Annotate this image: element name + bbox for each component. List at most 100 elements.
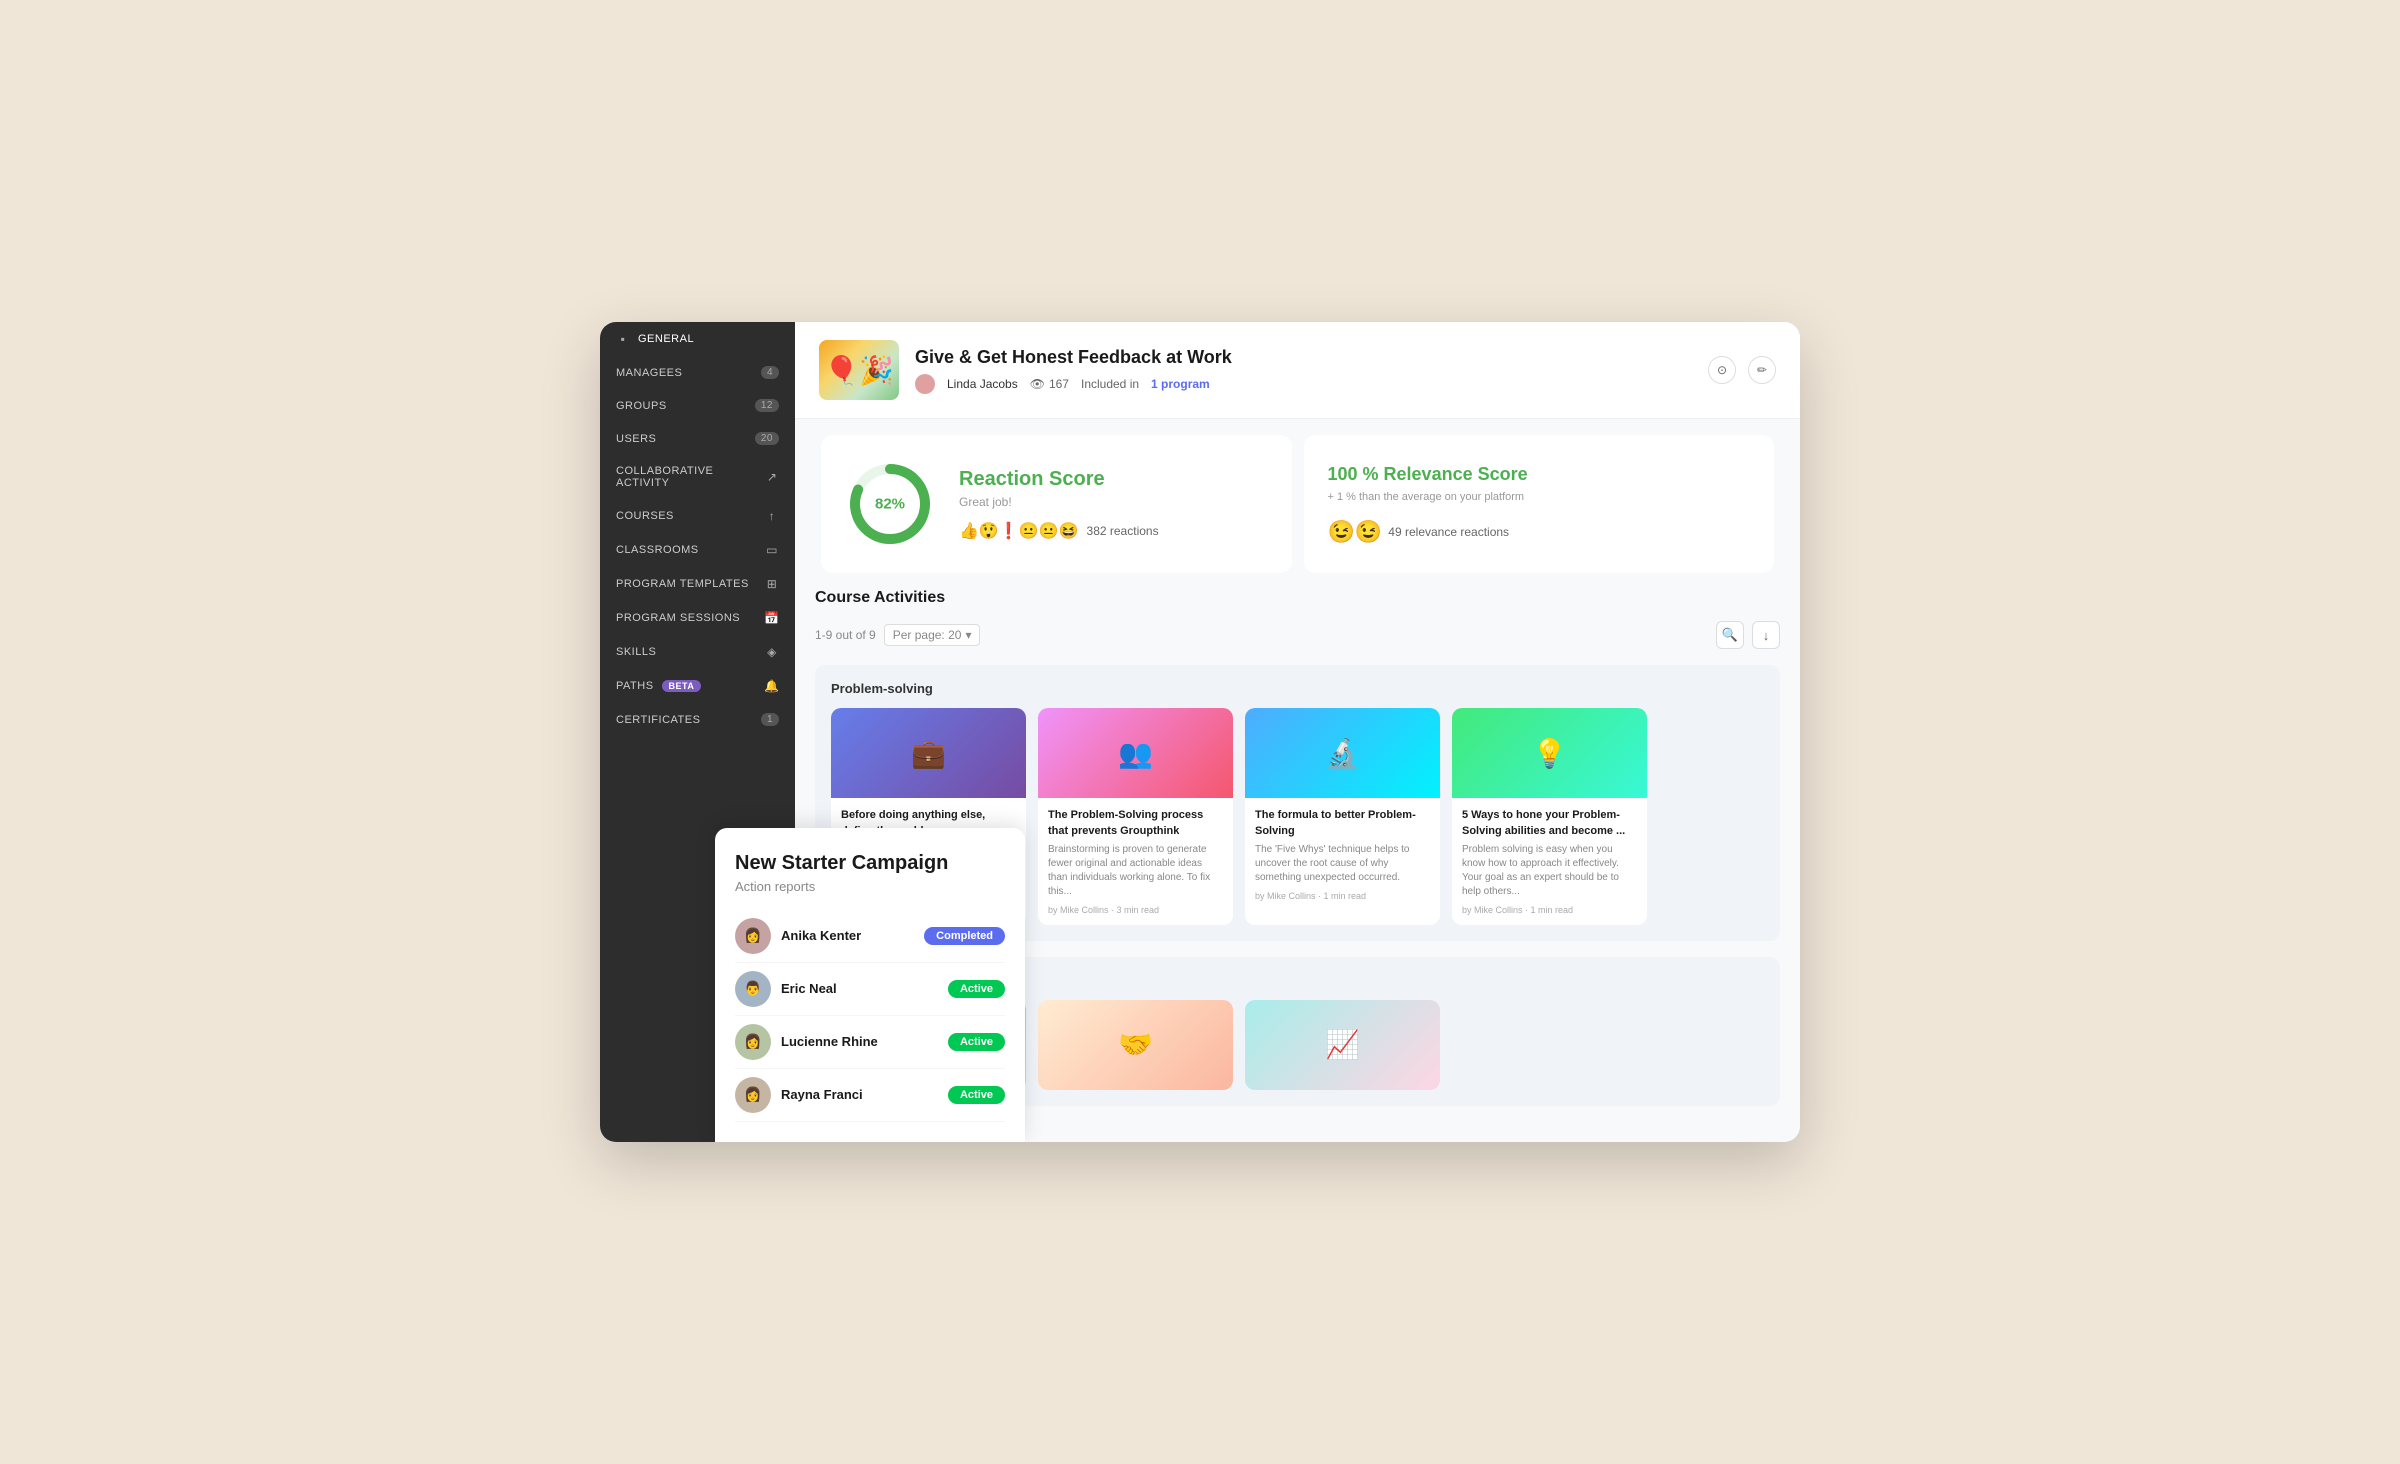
calendar-icon: 📅 <box>765 611 779 625</box>
activities-toolbar: 1-9 out of 9 Per page: 20 ▾ 🔍 ↓ <box>815 621 1780 649</box>
course-thumbnail: 🎈🎉 <box>819 340 899 400</box>
reaction-emojis: 👍😲❗😐😐😆 <box>959 521 1079 541</box>
status-badge-2: Active <box>948 980 1005 998</box>
activities-title: Course Activities <box>815 589 1780 607</box>
author-name: Linda Jacobs <box>947 377 1018 391</box>
chart-icon: ▪ <box>616 332 630 346</box>
pagination-text: 1-9 out of 9 <box>815 628 876 642</box>
reaction-info: Reaction Score Great job! 👍😲❗😐😐😆 382 rea… <box>959 468 1159 541</box>
status-badge-3: Active <box>948 1033 1005 1051</box>
record-button[interactable]: ⊙ <box>1708 356 1736 384</box>
card-title-2: The Problem-Solving process that prevent… <box>1048 808 1223 839</box>
sidebar-item-collaborative[interactable]: Collaborative Activity ↗ <box>600 455 795 499</box>
avatar-2: 👨 <box>735 971 771 1007</box>
card-desc-3: The 'Five Whys' technique helps to uncov… <box>1255 843 1430 885</box>
per-page-label: Per page: 20 <box>893 628 962 642</box>
bell-icon: 🔔 <box>765 679 779 693</box>
card-image-2: 👥 <box>1038 708 1233 798</box>
toolbar-right: 🔍 ↓ <box>1716 621 1780 649</box>
course-card-d3: 📈 <box>1245 1000 1440 1090</box>
card-image-d2: 🤝 <box>1038 1000 1233 1090</box>
card-image-4: 💡 <box>1452 708 1647 798</box>
panel-title: New Starter Campaign <box>735 852 1005 875</box>
course-card-4: 💡 5 Ways to hone your Problem-Solving ab… <box>1452 708 1647 925</box>
sidebar-item-classrooms[interactable]: Classrooms ▭ <box>600 533 795 567</box>
card-desc-4: Problem solving is easy when you know ho… <box>1462 843 1637 899</box>
sidebar-item-certificates[interactable]: Certificates 1 <box>600 703 795 736</box>
user-name-3: Lucienne Rhine <box>781 1034 878 1049</box>
user-name-1: Anika Kenter <box>781 928 861 943</box>
panel-user-row-2: 👨 Eric Neal Active <box>735 963 1005 1016</box>
status-badge-4: Active <box>948 1086 1005 1104</box>
course-card-d2: 🤝 <box>1038 1000 1233 1090</box>
card-title-3: The formula to better Problem-Solving <box>1255 808 1430 839</box>
panel-subtitle: Action reports <box>735 879 1005 894</box>
floating-panel: New Starter Campaign Action reports 👩 An… <box>715 828 1025 1142</box>
included-text: Included in <box>1081 377 1139 391</box>
card-body-3: The formula to better Problem-Solving Th… <box>1245 798 1440 911</box>
course-card-3: 🔬 The formula to better Problem-Solving … <box>1245 708 1440 925</box>
panel-user-row-4: 👩 Rayna Franci Active <box>735 1069 1005 1122</box>
author-avatar <box>915 374 935 394</box>
monitor-icon: ▭ <box>765 543 779 557</box>
course-meta: Linda Jacobs 👁 167 Included in 1 program <box>915 374 1232 394</box>
card-image-d3: 📈 <box>1245 1000 1440 1090</box>
balloon-decoration: 🎈🎉 <box>819 340 899 400</box>
sidebar-item-courses[interactable]: Courses ↑ <box>600 499 795 533</box>
card-author-2: by Mike Collins · 3 min read <box>1048 905 1223 915</box>
sidebar-item-managees[interactable]: Managees 4 <box>600 356 795 389</box>
card-desc-2: Brainstorming is proven to generate fewe… <box>1048 843 1223 899</box>
course-card-2: 👥 The Problem-Solving process that preve… <box>1038 708 1233 925</box>
relevance-emojis: 😉😉 <box>1328 519 1383 545</box>
user-name-4: Rayna Franci <box>781 1087 863 1102</box>
template-icon: ⊞ <box>765 577 779 591</box>
donut-percent: 82% <box>875 496 905 513</box>
download-button[interactable]: ↓ <box>1752 621 1780 649</box>
views-number: 167 <box>1049 377 1069 391</box>
per-page-select[interactable]: Per page: 20 ▾ <box>884 624 981 646</box>
user-name-2: Eric Neal <box>781 981 837 996</box>
panel-user-row-1: 👩 Anika Kenter Completed <box>735 910 1005 963</box>
upload-icon: ↑ <box>765 509 779 523</box>
skills-icon: ◈ <box>765 645 779 659</box>
avatar-4: 👩 <box>735 1077 771 1113</box>
edit-button[interactable]: ✏ <box>1748 356 1776 384</box>
trending-icon: ↗ <box>765 470 779 484</box>
relevance-emoji-row: 😉😉 49 relevance reactions <box>1328 519 1751 545</box>
sidebar-item-general[interactable]: ▪ General <box>600 322 795 356</box>
relevance-count: 49 relevance reactions <box>1388 525 1509 539</box>
relevance-subtitle: + 1 % than the average on your platform <box>1328 491 1751 503</box>
card-body-4: 5 Ways to hone your Problem-Solving abil… <box>1452 798 1647 925</box>
toolbar-left: 1-9 out of 9 Per page: 20 ▾ <box>815 624 980 646</box>
course-header-actions: ⊙ ✏ <box>1708 356 1776 384</box>
browser-frame: ▪ General Managees 4 Groups 12 Users 20 … <box>600 322 1800 1142</box>
reaction-score-title: Reaction Score <box>959 468 1159 491</box>
avatar-1: 👩 <box>735 918 771 954</box>
search-button[interactable]: 🔍 <box>1716 621 1744 649</box>
course-title: Give & Get Honest Feedback at Work <box>915 347 1232 368</box>
card-body-2: The Problem-Solving process that prevent… <box>1038 798 1233 925</box>
relevance-card: 100 % Relevance Score + 1 % than the ave… <box>1304 435 1775 573</box>
chevron-down-icon: ▾ <box>965 628 971 642</box>
sidebar-item-groups[interactable]: Groups 12 <box>600 389 795 422</box>
avatar-3: 👩 <box>735 1024 771 1060</box>
category-title-problem: Problem-solving <box>831 681 1764 696</box>
sidebar-item-program-templates[interactable]: Program Templates ⊞ <box>600 567 795 601</box>
card-author-4: by Mike Collins · 1 min read <box>1462 905 1637 915</box>
view-count: 👁 167 <box>1030 377 1069 391</box>
card-image-3: 🔬 <box>1245 708 1440 798</box>
panel-user-row-3: 👩 Lucienne Rhine Active <box>735 1016 1005 1069</box>
sidebar-item-paths[interactable]: Paths Beta 🔔 <box>600 669 795 703</box>
course-info: Give & Get Honest Feedback at Work Linda… <box>915 347 1232 394</box>
reaction-count: 382 reactions <box>1087 524 1159 538</box>
relevance-title: 100 % Relevance Score <box>1328 464 1751 485</box>
sidebar-item-users[interactable]: Users 20 <box>600 422 795 455</box>
sidebar-item-skills[interactable]: Skills ◈ <box>600 635 795 669</box>
program-link[interactable]: 1 program <box>1151 377 1210 391</box>
sidebar-item-program-sessions[interactable]: Program Sessions 📅 <box>600 601 795 635</box>
course-header: 🎈🎉 Give & Get Honest Feedback at Work Li… <box>795 322 1800 419</box>
donut-chart: 82% <box>845 459 935 549</box>
stats-row: 82% Reaction Score Great job! 👍😲❗😐😐😆 382… <box>815 435 1780 573</box>
status-badge-1: Completed <box>924 927 1005 945</box>
card-title-4: 5 Ways to hone your Problem-Solving abil… <box>1462 808 1637 839</box>
